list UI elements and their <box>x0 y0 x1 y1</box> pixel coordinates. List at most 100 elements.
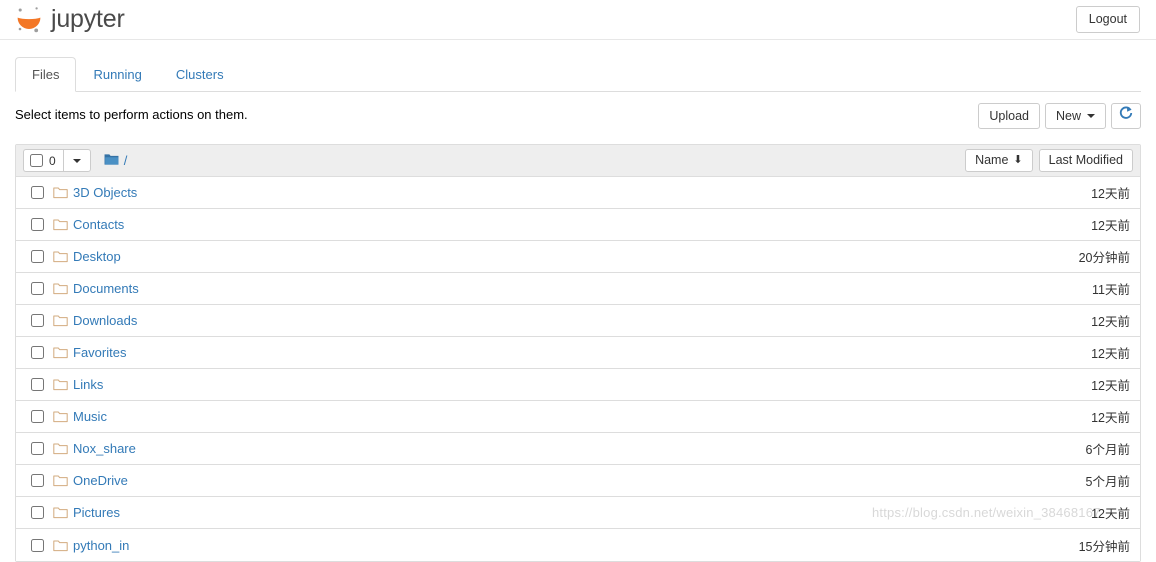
breadcrumb-root-link[interactable]: / <box>124 153 128 168</box>
file-name-link[interactable]: Downloads <box>73 313 137 328</box>
table-row[interactable]: OneDrive 5个月前 <box>16 465 1140 497</box>
select-all-group: 0 <box>23 149 91 172</box>
file-modified-time: 20分钟前 <box>1078 251 1130 265</box>
file-name-link[interactable]: python_in <box>73 538 129 553</box>
file-name-link[interactable]: 3D Objects <box>73 185 137 200</box>
row-checkbox-wrap[interactable] <box>23 410 51 423</box>
file-name-link[interactable]: Pictures <box>73 505 120 520</box>
file-name-link[interactable]: Documents <box>73 281 139 296</box>
file-name-link[interactable]: Desktop <box>73 249 121 264</box>
row-checkbox-wrap[interactable] <box>23 250 51 263</box>
row-checkbox-wrap[interactable] <box>23 186 51 199</box>
tab-clusters[interactable]: Clusters <box>159 57 241 92</box>
table-row[interactable]: Favorites 12天前 <box>16 337 1140 369</box>
file-modified-time: 12天前 <box>1091 347 1130 361</box>
folder-icon <box>104 153 119 169</box>
row-checkbox-wrap[interactable] <box>23 346 51 359</box>
upload-button[interactable]: Upload <box>978 103 1040 129</box>
folder-icon <box>51 539 73 552</box>
folder-icon <box>51 218 73 231</box>
folder-icon <box>51 282 73 295</box>
sort-name-label: Name <box>975 153 1009 167</box>
row-checkbox[interactable] <box>30 218 44 231</box>
table-row[interactable]: Contacts 12天前 <box>16 209 1140 241</box>
file-name-link[interactable]: Links <box>73 377 103 392</box>
tab-running[interactable]: Running <box>76 57 158 92</box>
file-name-link[interactable]: OneDrive <box>73 473 128 488</box>
select-all-dropdown-button[interactable] <box>62 149 91 172</box>
folder-icon <box>51 442 73 455</box>
row-checkbox[interactable] <box>30 506 44 519</box>
file-modified-time: 12天前 <box>1091 411 1130 425</box>
table-row[interactable]: python_in 15分钟前 <box>16 529 1140 561</box>
actions-row: Select items to perform actions on them.… <box>15 103 1141 137</box>
file-name-link[interactable]: Favorites <box>73 345 126 360</box>
file-modified-time: 15分钟前 <box>1078 539 1130 554</box>
select-all-checkbox-wrap[interactable]: 0 <box>23 149 63 172</box>
chevron-down-icon <box>1087 114 1095 118</box>
table-row[interactable]: 3D Objects 12天前 <box>16 177 1140 209</box>
selected-count: 0 <box>49 153 56 168</box>
file-name-link[interactable]: Nox_share <box>73 441 136 456</box>
row-checkbox[interactable] <box>30 442 44 455</box>
folder-icon <box>51 506 73 519</box>
row-checkbox-wrap[interactable] <box>23 218 51 231</box>
row-checkbox[interactable] <box>30 186 44 199</box>
file-name-link[interactable]: Contacts <box>73 217 124 232</box>
folder-icon <box>51 410 73 423</box>
sort-by-name-button[interactable]: Name ⬇ <box>965 149 1033 172</box>
row-checkbox[interactable] <box>30 538 44 552</box>
table-row[interactable]: Documents 11天前 <box>16 273 1140 305</box>
row-checkbox-wrap[interactable] <box>23 282 51 295</box>
row-checkbox[interactable] <box>30 378 44 391</box>
select-items-hint: Select items to perform actions on them. <box>15 107 248 122</box>
row-checkbox-wrap[interactable] <box>23 378 51 391</box>
tab-files[interactable]: Files <box>15 57 77 92</box>
file-list-header: 0 / Name ⬇ Last Modified <box>16 145 1140 177</box>
table-row[interactable]: Nox_share 6个月前 <box>16 433 1140 465</box>
tab-running-link[interactable]: Running <box>76 57 158 92</box>
folder-icon <box>51 186 73 199</box>
row-checkbox-wrap[interactable] <box>23 474 51 487</box>
folder-icon <box>51 378 73 391</box>
file-modified-time: 5个月前 <box>1085 475 1130 489</box>
folder-icon <box>51 250 73 263</box>
row-checkbox-wrap[interactable] <box>23 314 51 327</box>
new-dropdown-button[interactable]: New <box>1044 103 1106 129</box>
file-modified-time: 6个月前 <box>1085 443 1130 457</box>
logout-button[interactable]: Logout <box>1075 6 1140 33</box>
app-header: jupyter Logout <box>0 0 1156 40</box>
file-modified-time: 12天前 <box>1091 379 1130 393</box>
jupyter-logo-icon <box>14 5 44 34</box>
file-name-link[interactable]: Music <box>73 409 107 424</box>
tab-clusters-link[interactable]: Clusters <box>159 57 241 92</box>
row-checkbox-wrap[interactable] <box>23 506 51 519</box>
sort-by-modified-button[interactable]: Last Modified <box>1038 149 1133 172</box>
table-row[interactable]: Downloads 12天前 <box>16 305 1140 337</box>
table-row[interactable]: Pictures 12天前 <box>16 497 1140 529</box>
row-checkbox-wrap[interactable] <box>23 442 51 455</box>
tabs-container: Files Running Clusters <box>0 40 1156 92</box>
row-checkbox-wrap[interactable] <box>23 538 51 552</box>
row-checkbox[interactable] <box>30 346 44 359</box>
row-checkbox[interactable] <box>30 250 44 263</box>
row-checkbox[interactable] <box>30 410 44 423</box>
brand-title: jupyter <box>51 5 125 33</box>
folder-icon <box>51 474 73 487</box>
file-list-body: 3D Objects 12天前 Contacts 12天前 Desktop 20分钟前 Do… <box>16 177 1140 561</box>
tab-files-link[interactable]: Files <box>15 57 77 92</box>
folder-icon <box>51 346 73 359</box>
file-list-panel: 0 / Name ⬇ Last Modified 3D Objects 12天前 C… <box>15 144 1141 562</box>
file-modified-time: 12天前 <box>1091 315 1130 329</box>
row-checkbox[interactable] <box>30 282 44 295</box>
table-row[interactable]: Links 12天前 <box>16 369 1140 401</box>
table-row[interactable]: Desktop 20分钟前 <box>16 241 1140 273</box>
refresh-button[interactable] <box>1111 103 1141 129</box>
main-tabs: Files Running Clusters <box>15 57 1141 92</box>
file-actions-toolbar: Upload New <box>978 103 1141 129</box>
jupyter-logo-link[interactable]: jupyter <box>14 5 125 34</box>
select-all-checkbox[interactable] <box>30 154 43 167</box>
table-row[interactable]: Music 12天前 <box>16 401 1140 433</box>
row-checkbox[interactable] <box>30 314 44 327</box>
row-checkbox[interactable] <box>30 474 44 487</box>
